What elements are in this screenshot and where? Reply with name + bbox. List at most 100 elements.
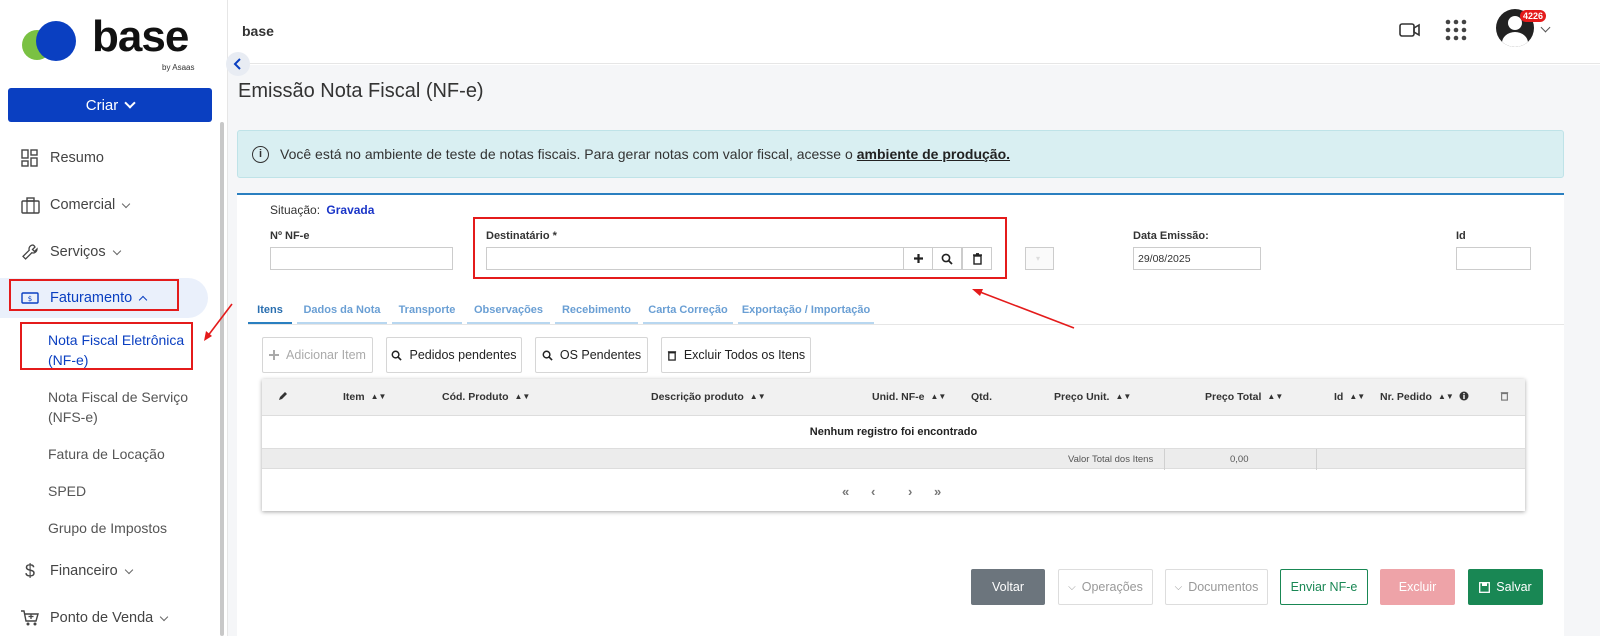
empty-table-message: Nenhum registro foi encontrado (809, 426, 978, 438)
next-page-icon[interactable]: › (908, 484, 912, 499)
tab-itens[interactable]: Itens (248, 304, 292, 325)
dollar-icon: $ (24, 560, 35, 581)
status-label: Situação: (270, 203, 321, 217)
notification-badge: 4226 (1520, 10, 1547, 22)
avatar-body (1502, 32, 1528, 47)
column-preco-unit[interactable]: Preço Unit. ▲▼ (1054, 391, 1131, 403)
sidebar-item-financeiro[interactable]: $ Financeiro (0, 551, 215, 591)
chevron-down-icon (122, 199, 131, 208)
back-button[interactable]: Voltar (971, 569, 1045, 605)
pending-orders-label: Pedidos pendentes (409, 348, 517, 362)
column-qtd[interactable]: Qtd. (971, 391, 992, 403)
test-environment-alert: i Você está no ambiente de teste de nota… (237, 130, 1564, 178)
sidebar-item-label: Ponto de Venda (50, 610, 154, 626)
sidebar-subitem-nfse[interactable]: Nota Fiscal de Serviço (NFS-e) (48, 387, 208, 427)
column-item[interactable]: Item ▲▼ (343, 391, 386, 403)
tab-observacoes[interactable]: Observações (467, 304, 550, 325)
operations-label: Operações (1081, 580, 1143, 594)
first-page-icon[interactable]: « (842, 484, 849, 499)
chevron-down-icon (159, 612, 169, 621)
previous-page-icon[interactable]: ‹ (871, 484, 875, 499)
info-icon[interactable] (1459, 391, 1469, 404)
video-icon[interactable] (1398, 18, 1424, 44)
top-bar-title: base (242, 23, 274, 39)
search-icon (542, 350, 553, 361)
id-field[interactable] (1456, 247, 1531, 270)
create-button-label: Criar (85, 96, 119, 114)
search-icon (392, 350, 403, 361)
documents-button[interactable]: ⌵ Documentos (1165, 569, 1268, 605)
chevron-down-icon (112, 246, 121, 255)
total-value: 0,00 (1230, 454, 1249, 465)
info-icon: i (252, 145, 269, 163)
chevron-down-icon: ▾ (1036, 254, 1041, 263)
create-button[interactable]: Criar (8, 88, 212, 122)
sidebar-subitem-fatura-locacao[interactable]: Fatura de Locação (48, 444, 208, 464)
sidebar-item-label: Resumo (50, 150, 104, 166)
delete-all-items-button[interactable]: Excluir Todos os Itens (661, 337, 811, 373)
sidebar-item-servicos[interactable]: Serviços (0, 232, 215, 272)
pending-orders-button[interactable]: Pedidos pendentes (386, 337, 522, 373)
add-item-button[interactable]: Adicionar Item (262, 337, 373, 373)
sidebar-item-resumo[interactable]: Resumo (0, 138, 215, 178)
operations-button[interactable]: ⌵ Operações (1058, 569, 1153, 605)
highlight-box (473, 217, 1007, 279)
trash-icon (667, 350, 676, 361)
save-label: Salvar (1496, 580, 1532, 594)
chevron-down-icon[interactable] (1540, 22, 1551, 33)
tabs-divider (248, 324, 1564, 325)
status: Situação: Gravada (270, 203, 374, 217)
logo-word: base (92, 12, 189, 61)
chevron-down-icon (124, 97, 136, 109)
chevron-down-icon: ⌵ (1174, 581, 1183, 593)
divider (1164, 449, 1165, 470)
sidebar-item-label: Financeiro (50, 563, 118, 579)
save-button[interactable]: Salvar (1468, 569, 1543, 605)
send-nfe-button[interactable]: Enviar NF-e (1280, 569, 1368, 605)
items-table: Item ▲▼ Cód. Produto ▲▼ Descrição produto ▲… (262, 379, 1525, 511)
briefcase-icon (20, 195, 40, 215)
chevron-down-icon: ⌵ (1068, 581, 1076, 593)
apps-grid-icon[interactable] (1444, 18, 1470, 44)
sidebar-subitem-sped[interactable]: SPED (48, 481, 208, 501)
table-total-row: Valor Total dos Itens 0,00 (262, 448, 1525, 470)
column-id[interactable]: Id ▲▼ (1334, 391, 1365, 403)
collapse-sidebar-button[interactable] (226, 52, 250, 76)
id-label: Id (1456, 230, 1466, 242)
sidebar: base by Asaas Criar Resumo Comercial Ser… (0, 0, 228, 636)
alert-text: Você está no ambiente de teste de notas … (280, 146, 853, 162)
nfe-number-label: Nº NF-e (270, 230, 310, 242)
tab-dados-da-nota[interactable]: Dados da Nota (297, 304, 387, 325)
tab-transporte[interactable]: Transporte (392, 304, 462, 325)
status-value: Gravada (326, 203, 375, 217)
sidebar-scrollbar[interactable] (220, 122, 224, 636)
pending-os-button[interactable]: OS Pendentes (535, 337, 648, 373)
column-unid-nfe[interactable]: Unid. NF-e ▲▼ (872, 391, 946, 403)
pencil-icon (278, 391, 288, 404)
last-page-icon[interactable]: » (934, 484, 941, 499)
trash-icon (1500, 391, 1509, 404)
logo-circle-blue (36, 21, 76, 61)
disabled-field-button: ▾ (1025, 247, 1054, 270)
issue-date-label: Data Emissão: (1133, 230, 1209, 242)
sidebar-subitem-grupo-impostos[interactable]: Grupo de Impostos (48, 518, 208, 538)
column-preco-total[interactable]: Preço Total ▲▼ (1205, 391, 1283, 403)
column-nr-pedido[interactable]: Nr. Pedido ▲▼ (1380, 391, 1454, 403)
pending-os-label: OS Pendentes (559, 348, 642, 362)
tab-carta-correcao[interactable]: Carta Correção (643, 304, 733, 325)
page-title: Emissão Nota Fiscal (NF-e) (238, 80, 484, 102)
plus-icon (269, 350, 280, 360)
tab-recebimento[interactable]: Recebimento (555, 304, 638, 325)
column-descricao-produto[interactable]: Descrição produto ▲▼ (651, 391, 766, 403)
sidebar-item-comercial[interactable]: Comercial (0, 185, 215, 225)
nfe-number-field[interactable] (270, 247, 453, 270)
total-label: Valor Total dos Itens (1068, 454, 1154, 465)
column-cod-produto[interactable]: Cód. Produto ▲▼ (442, 391, 530, 403)
logo[interactable]: base by Asaas (22, 12, 212, 74)
sidebar-item-ponto-de-venda[interactable]: Ponto de Venda (0, 598, 215, 636)
production-environment-link[interactable]: ambiente de produção. (857, 146, 1010, 162)
cart-icon (20, 608, 40, 628)
tab-exportacao-importacao[interactable]: Exportação / Importação (738, 304, 874, 325)
delete-button[interactable]: Excluir (1380, 569, 1455, 605)
issue-date-field[interactable]: 29/08/2025 (1133, 247, 1261, 270)
